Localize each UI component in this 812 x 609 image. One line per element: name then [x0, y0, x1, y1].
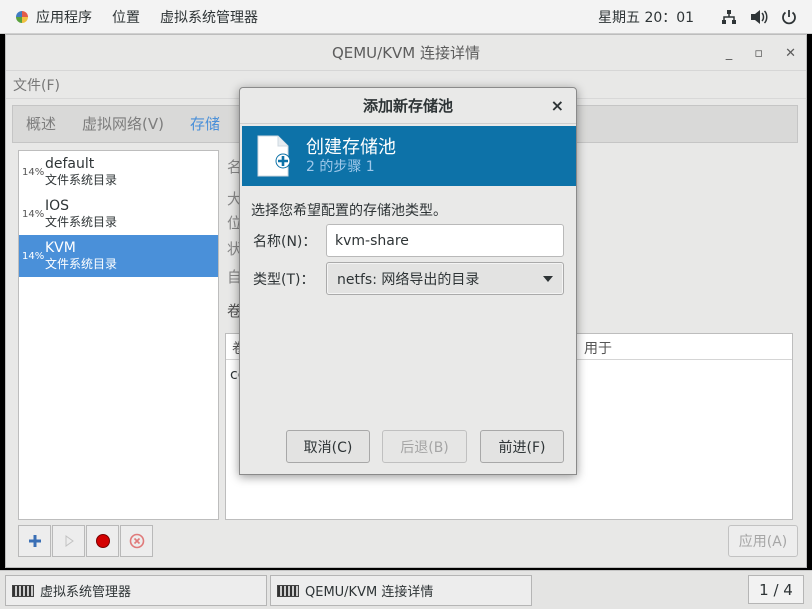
- minimize-button[interactable]: _: [726, 46, 733, 61]
- pool-type: 文件系统目录: [45, 257, 118, 271]
- taskbar-item-virt-manager[interactable]: 虚拟系统管理器: [5, 575, 267, 606]
- virt-manager-icon: [12, 584, 34, 597]
- dialog-banner: 创建存储池 2 的步骤 1: [242, 126, 576, 186]
- tab-storage[interactable]: 存储: [177, 106, 233, 142]
- maximize-button[interactable]: ▫: [754, 46, 763, 61]
- applications-label: 应用程序: [36, 9, 92, 26]
- window-titlebar[interactable]: QEMU/KVM 连接详情 _ ▫ ✕: [6, 35, 806, 71]
- system-tray[interactable]: [720, 0, 798, 34]
- power-icon[interactable]: [780, 8, 798, 26]
- pool-name: KVM: [45, 240, 76, 256]
- pool-type-value: netfs: 网络导出的目录: [337, 271, 480, 288]
- app-menu-label: 虚拟系统管理器: [160, 9, 258, 26]
- clock[interactable]: 星期五 20：01: [598, 0, 694, 34]
- name-label: 名称(N)：: [253, 234, 317, 250]
- back-button[interactable]: 后退(B): [382, 430, 467, 463]
- dialog-close-button[interactable]: ×: [551, 96, 564, 115]
- pool-type: 文件系统目录: [45, 173, 118, 187]
- virt-manager-icon: [277, 584, 299, 597]
- app-menu[interactable]: 虚拟系统管理器: [150, 0, 268, 34]
- close-button[interactable]: ✕: [785, 46, 796, 61]
- top-panel: 应用程序 位置 虚拟系统管理器 星期五 20：01: [0, 0, 812, 34]
- play-icon: [65, 535, 74, 547]
- apply-button[interactable]: 应用(A): [728, 525, 798, 557]
- taskbar-item-connection-details[interactable]: QEMU/KVM 连接详情: [270, 575, 532, 606]
- pool-item-ios[interactable]: 14% IOS 文件系统目录: [19, 193, 218, 235]
- workspace-pager[interactable]: 1 / 4: [748, 575, 804, 604]
- banner-step: 2 的步骤 1: [306, 159, 375, 175]
- pool-name-input[interactable]: [326, 224, 564, 257]
- pool-toolbar: [18, 525, 153, 557]
- volume-icon[interactable]: [750, 8, 768, 26]
- col-used-by[interactable]: 用于: [584, 338, 612, 358]
- storage-pool-list[interactable]: 14% default 文件系统目录 14% IOS 文件系统目录 14% KV…: [18, 150, 219, 520]
- add-pool-button[interactable]: [18, 525, 51, 557]
- cancel-button[interactable]: 取消(C): [286, 430, 370, 463]
- taskbar-item-label: 虚拟系统管理器: [40, 585, 132, 600]
- pool-item-default[interactable]: 14% default 文件系统目录: [19, 151, 218, 193]
- network-icon[interactable]: [720, 8, 738, 26]
- dialog-description: 选择您希望配置的存储池类型。: [251, 203, 447, 219]
- tab-virtual-networks[interactable]: 虚拟网络(V): [69, 106, 177, 142]
- menu-file[interactable]: 文件(F): [13, 75, 60, 95]
- new-document-icon: [257, 135, 290, 177]
- dialog-titlebar[interactable]: 添加新存储池 ×: [240, 88, 576, 124]
- stop-pool-button[interactable]: [86, 525, 119, 557]
- dialog-title: 添加新存储池: [362, 97, 453, 115]
- pool-usage: 14%: [22, 166, 45, 178]
- plus-icon: [28, 535, 41, 547]
- places-menu[interactable]: 位置: [102, 0, 150, 34]
- dropdown-arrow-icon: [543, 276, 553, 282]
- pool-usage: 14%: [22, 250, 45, 262]
- start-pool-button[interactable]: [52, 525, 85, 557]
- pool-type: 文件系统目录: [45, 215, 118, 229]
- delete-icon: [129, 533, 144, 549]
- applications-menu[interactable]: 应用程序: [0, 0, 102, 34]
- pool-usage: 14%: [22, 208, 45, 220]
- tab-overview[interactable]: 概述: [13, 106, 69, 142]
- stop-icon: [95, 534, 110, 548]
- type-label: 类型(T)：: [253, 272, 315, 288]
- taskbar: 虚拟系统管理器 QEMU/KVM 连接详情 1 / 4: [0, 570, 812, 609]
- applications-icon: [14, 9, 30, 25]
- pool-type-select[interactable]: netfs: 网络导出的目录: [326, 262, 564, 295]
- places-label: 位置: [112, 9, 140, 26]
- taskbar-item-label: QEMU/KVM 连接详情: [305, 585, 434, 600]
- delete-pool-button[interactable]: [120, 525, 153, 557]
- pool-name: default: [45, 156, 95, 172]
- window-controls: _ ▫ ✕: [726, 35, 796, 71]
- window-title: QEMU/KVM 连接详情: [331, 44, 481, 62]
- forward-button[interactable]: 前进(F): [480, 430, 564, 463]
- clock-text: 星期五 20：01: [598, 10, 695, 26]
- pool-item-kvm[interactable]: 14% KVM 文件系统目录: [19, 235, 218, 277]
- add-storage-pool-dialog: 添加新存储池 × 创建存储池 2 的步骤 1 选择您希望配置的存储池类型。 名称…: [239, 87, 577, 475]
- pool-name: IOS: [45, 198, 70, 214]
